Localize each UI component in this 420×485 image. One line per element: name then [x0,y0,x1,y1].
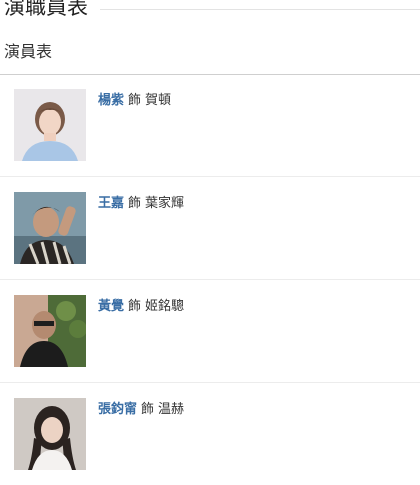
character-name: 賀頓 [145,93,172,108]
actor-name-link[interactable]: 楊紫 [98,93,124,108]
cast-item: 楊紫飾賀頓 [0,74,420,177]
as-label: 飾 [141,402,155,417]
subsection-header: 演員表 [0,38,420,75]
section-header: 演職員表 [0,0,420,22]
role-line: 黃覺飾姬銘驄 [98,298,184,316]
role-line: 楊紫飾賀頓 [98,92,171,110]
title-divider [100,9,420,10]
role-line: 王嘉飾葉家輝 [98,195,184,213]
subsection-title: 演員表 [4,42,53,61]
as-label: 飾 [128,299,142,314]
actor-name-link[interactable]: 黃覺 [98,299,124,314]
section-title: 演職員表 [4,0,88,19]
actor-photo[interactable] [14,89,86,161]
actor-photo[interactable] [14,398,86,470]
cast-item: 黃覺飾姬銘驄 [0,280,420,383]
actor-name-link[interactable]: 王嘉 [98,196,124,211]
as-label: 飾 [128,93,142,108]
character-name: 温赫 [158,402,185,417]
cast-item: 張鈞甯飾温赫 [0,383,420,485]
actor-photo[interactable] [14,192,86,264]
character-name: 葉家輝 [145,196,185,211]
actor-name-link[interactable]: 張鈞甯 [98,402,137,417]
character-name: 姬銘驄 [145,299,185,314]
actor-photo[interactable] [14,295,86,367]
cast-item: 王嘉飾葉家輝 [0,177,420,280]
as-label: 飾 [128,196,142,211]
role-line: 張鈞甯飾温赫 [98,401,184,419]
cast-list: 楊紫飾賀頓 王嘉飾葉家輝 黃覺 飾 姬銘驄 張鈞甯 飾 温赫 [0,74,420,485]
